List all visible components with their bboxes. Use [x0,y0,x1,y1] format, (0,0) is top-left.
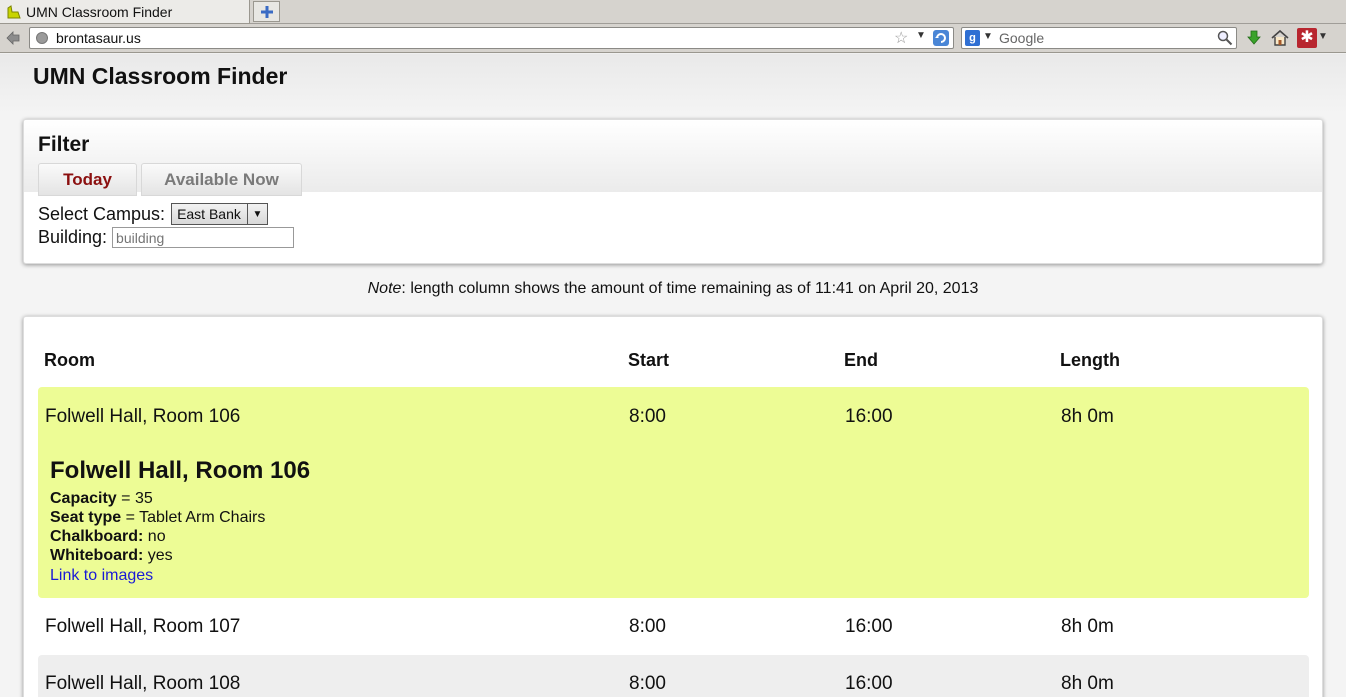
building-label: Building: [38,227,108,247]
campus-select[interactable]: East Bank ▼ [171,203,268,225]
search-placeholder[interactable]: Google [999,30,1044,46]
whiteboard-label: Whiteboard: [50,547,144,564]
download-icon[interactable] [1245,29,1263,47]
room-detail-title: Folwell Hall, Room 106 [50,457,311,484]
images-link[interactable]: Link to images [50,567,153,585]
tab-strip: UMN Classroom Finder [0,0,1346,24]
address-bar[interactable]: brontasaur.us ☆ ▼ [29,27,954,49]
header-room: Room [44,350,95,370]
time-note: Note: length column shows the amount of … [0,280,1346,298]
start-cell: 8:00 [629,616,666,637]
note-text: : length column shows the amount of time… [401,280,979,297]
page-title: UMN Classroom Finder [33,63,288,89]
room-cell: Folwell Hall, Room 106 [45,406,241,427]
site-favicon-icon [6,4,22,20]
available-now-button[interactable]: Available Now [141,163,302,196]
back-arrow-icon [6,31,20,45]
google-engine-icon[interactable]: g [965,30,980,46]
campus-row: Select Campus: East Bank ▼ [38,203,268,225]
engine-dropdown-icon[interactable]: ▼ [983,31,993,42]
header-start: Start [628,350,670,370]
capacity-label: Capacity [50,490,117,507]
seat-type-value: = Tablet Arm Chairs [121,509,266,526]
table-row[interactable]: Folwell Hall, Room 108 8:00 16:00 8h 0m [38,655,1309,697]
end-cell: 16:00 [845,616,893,637]
chalkboard-label: Chalkboard: [50,528,144,545]
url-text[interactable]: brontasaur.us [56,30,141,46]
browser-tab[interactable]: UMN Classroom Finder [0,0,250,24]
length-cell: 8h 0m [1061,406,1114,427]
new-tab-button[interactable] [253,1,280,22]
building-input[interactable] [112,227,295,248]
header-end: End [844,350,878,370]
chevron-down-icon: ▼ [246,204,267,224]
home-icon[interactable] [1270,29,1290,47]
search-icon[interactable] [1217,30,1233,46]
addon-dropdown-icon[interactable]: ▼ [1318,31,1328,42]
header-length: Length [1060,350,1120,370]
plus-icon [260,5,273,18]
search-bar[interactable]: g ▼ Google [961,27,1237,49]
length-cell: 8h 0m [1061,673,1114,694]
addon-icon[interactable]: ✱ [1297,28,1317,48]
end-cell: 16:00 [845,406,893,427]
end-cell: 16:00 [845,673,893,694]
room-cell: Folwell Hall, Room 108 [45,673,241,694]
seat-type-label: Seat type [50,509,122,526]
whiteboard-value: yes [143,547,173,564]
history-dropdown-icon[interactable]: ▼ [916,30,926,41]
chalkboard-line: Chalkboard: no [50,528,166,546]
start-cell: 8:00 [629,406,666,427]
globe-icon [36,32,48,44]
table-row[interactable]: Folwell Hall, Room 107 8:00 16:00 8h 0m [38,604,1309,654]
navigation-toolbar: brontasaur.us ☆ ▼ g ▼ Google ✱ ▼ [0,24,1346,53]
filter-panel: Filter Today Available Now Select Campus… [23,119,1323,264]
whiteboard-line: Whiteboard: yes [50,547,173,565]
room-cell: Folwell Hall, Room 107 [45,616,241,637]
start-cell: 8:00 [629,673,666,694]
note-prefix: Note [367,280,402,297]
page-content: UMN Classroom Finder Filter Today Availa… [0,54,1346,697]
table-row-selected[interactable]: Folwell Hall, Room 106 8:00 16:00 8h 0m … [38,387,1309,598]
today-button[interactable]: Today [38,163,137,196]
capacity-value: = 35 [116,490,153,507]
capacity-line: Capacity = 35 [50,490,153,508]
reload-button[interactable] [932,29,950,47]
campus-label: Select Campus: [38,203,166,224]
back-button[interactable] [4,29,22,47]
filter-heading: Filter [38,133,90,156]
length-cell: 8h 0m [1061,616,1114,637]
seat-type-line: Seat type = Tablet Arm Chairs [50,509,265,527]
bookmark-star-icon[interactable]: ☆ [894,28,908,48]
reload-icon [933,30,949,46]
campus-select-value: East Bank [177,206,241,222]
chalkboard-value: no [143,528,166,545]
results-table: Room Start End Length Folwell Hall, Room… [23,316,1323,697]
tab-title: UMN Classroom Finder [26,3,173,20]
building-row: Building: [38,227,295,248]
